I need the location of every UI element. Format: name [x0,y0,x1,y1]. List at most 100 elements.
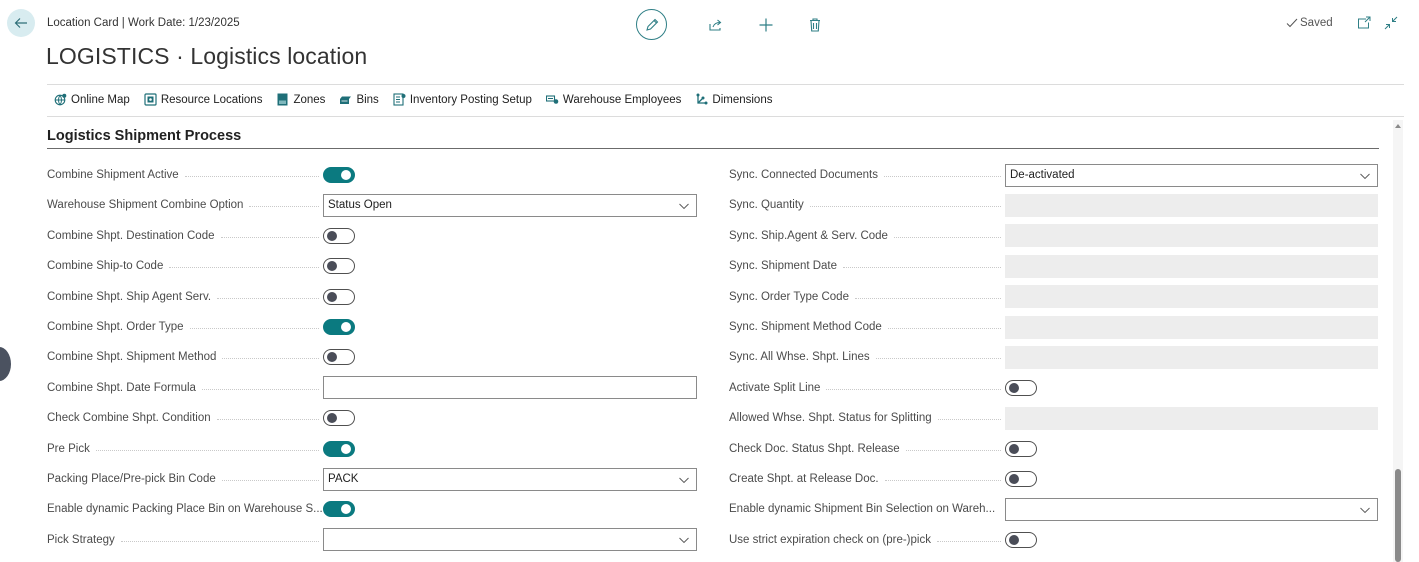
scrollbar-thumb[interactable] [1395,469,1401,562]
field-label: Combine Shpt. Destination Code [47,229,323,242]
field-label: Combine Shpt. Shipment Method [47,351,323,364]
use-strict-expiration-check-on-pre-pick-toggle[interactable] [1005,531,1037,548]
field-label-text: Use strict expiration check on (pre-)pic… [729,533,937,546]
field-control [323,258,697,275]
enable-dynamic-shipment-bin-selection-on-wareh-select[interactable] [1005,497,1378,521]
open-in-new-window-icon [1358,16,1371,29]
field-label-text: Check Doc. Status Shpt. Release [729,442,906,455]
action-warehouse-employees[interactable]: Warehouse Employees [545,93,682,106]
leader-dots [883,176,1001,177]
setup-icon [393,93,406,106]
action-online-map[interactable]: Online Map [54,93,130,106]
field-label: Sync. Ship.Agent & Serv. Code [729,229,1005,242]
sync-all-whse-shpt-lines-readonly-field [1005,345,1378,369]
activate-split-line-toggle[interactable] [1005,379,1037,396]
field-label-text: Sync. Ship.Agent & Serv. Code [729,229,894,242]
delete-button[interactable] [807,17,823,33]
field-control [1005,531,1378,548]
check-combine-shpt-condition-toggle[interactable] [323,410,355,427]
combine-shpt-shipment-method-toggle[interactable] [323,349,355,366]
create-shpt-at-release-doc-toggle[interactable] [1005,471,1037,487]
new-button[interactable] [758,17,774,33]
field-label-text: Sync. Shipment Method Code [729,321,888,333]
breadcrumb: Location Card | Work Date: 1/23/2025 [47,17,240,29]
warehouse-shipment-combine-option-select[interactable]: Status Open [323,193,697,217]
field-row-sync-connected-documents: Sync. Connected Documents De-activated [729,160,1378,190]
sync-connected-documents-select[interactable]: De-activated [1005,163,1378,187]
combine-shpt-ship-agent-serv-toggle[interactable] [323,288,355,305]
back-button[interactable] [7,9,35,37]
field-row-use-strict-expiration-check-on-pre-pick: Use strict expiration check on (pre-)pic… [729,525,1378,555]
field-control [323,440,697,457]
field-row-enable-dynamic-shipment-bin-selection-on-wareh: Enable dynamic Shipment Bin Selection on… [729,494,1378,524]
resource-location-icon [144,93,157,106]
pre-pick-toggle[interactable] [323,440,355,457]
edit-button[interactable] [636,9,667,40]
toggle-knob [1009,382,1019,393]
field-label: Sync. Connected Documents [729,169,1005,181]
field-label: Pre Pick [47,442,323,455]
field-control: De-activated [1005,163,1378,187]
field-row-activate-split-line: Activate Split Line [729,373,1378,403]
scroll-up-arrow-icon[interactable] [1395,124,1401,128]
combine-shpt-date-formula-input[interactable] [323,376,697,400]
sync-shipment-date-readonly-field [1005,254,1378,278]
select-value: Status Open [328,199,392,212]
field-row-sync-shipment-method-code: Sync. Shipment Method Code [729,312,1378,342]
pick-strategy-select[interactable] [323,528,697,552]
bins-icon [340,96,352,104]
field-row-packing-place-pre-pick-bin-code: Packing Place/Pre-pick Bin Code PACK [47,464,697,494]
share-button[interactable] [708,17,724,33]
action-label: Online Map [71,93,130,106]
field-row-sync-order-type-code: Sync. Order Type Code [729,282,1378,312]
field-label: Combine Shpt. Date Formula [47,381,323,394]
enable-dynamic-packing-place-bin-on-warehouse-s-toggle[interactable] [323,501,355,518]
combine-shipment-active-toggle[interactable] [323,167,355,183]
action-label: Inventory Posting Setup [409,93,532,106]
leader-dots [220,236,319,238]
field-control [323,410,697,427]
sync-quantity-readonly-field [1005,193,1378,217]
toggle-knob [1009,443,1019,454]
side-panel-handle[interactable] [0,347,11,381]
packing-place-pre-pick-bin-code-select[interactable]: PACK [323,467,697,491]
sync-ship-agent-serv-code-readonly-field [1005,224,1378,248]
field-row-enable-dynamic-packing-place-bin-on-warehouse-s: Enable dynamic Packing Place Bin on Ware… [47,494,697,524]
leader-dots [884,480,1001,481]
toggle-knob [1009,474,1019,484]
action-dimensions[interactable]: Dimensions [695,93,772,106]
field-control [323,349,697,366]
action-inventory-posting-setup[interactable]: Inventory Posting Setup [393,93,532,106]
leader-dots [854,297,1001,299]
action-zones[interactable]: Zones [276,93,325,106]
action-resource-locations[interactable]: Resource Locations [144,93,262,106]
leader-dots [189,328,319,329]
field-label: Packing Place/Pre-pick Bin Code [47,473,323,485]
action-label: Warehouse Employees [562,93,682,106]
check-doc-status-shpt-release-toggle[interactable] [1005,440,1037,457]
leader-dots [221,480,319,481]
combine-ship-to-code-toggle[interactable] [323,258,355,275]
combine-shpt-destination-code-toggle[interactable] [323,227,355,244]
action-label: Zones [293,93,326,106]
field-label: Enable dynamic Packing Place Bin on Ware… [47,503,323,516]
action-bins[interactable]: Bins [339,93,379,106]
field-row-sync-ship-agent-serv-code: Sync. Ship.Agent & Serv. Code [729,221,1378,251]
toggle-knob [327,291,337,302]
zones-icon [277,93,288,106]
field-control [323,376,697,400]
field-control [1005,471,1378,487]
sync-order-type-code-readonly-field [1005,285,1378,309]
field-row-combine-shipment-active: Combine Shipment Active [47,160,697,190]
section-title: Logistics Shipment Process [47,128,242,144]
field-control [1005,379,1378,396]
combine-shpt-order-type-toggle[interactable] [323,319,355,335]
field-label: Combine Shpt. Ship Agent Serv. [47,290,323,303]
chevron-down-icon [679,537,689,544]
collapse-button[interactable] [1384,16,1398,30]
field-control [1005,315,1378,339]
field-label: Sync. Quantity [729,199,1005,212]
collapse-icon [1384,16,1398,30]
open-new-window-button[interactable] [1357,16,1371,30]
globe-map-icon [54,93,67,106]
